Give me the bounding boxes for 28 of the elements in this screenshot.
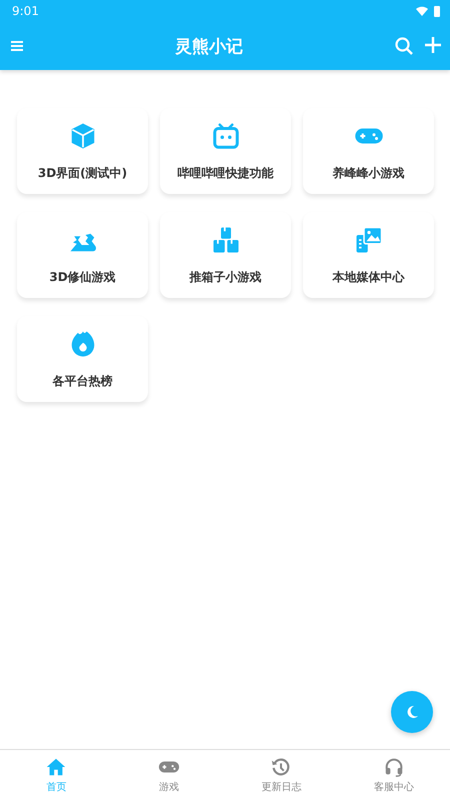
nav-tab[interactable]: 游戏 [112, 750, 225, 800]
feature-card[interactable]: 3D修仙游戏 [17, 212, 148, 298]
feature-card[interactable]: 各平台热榜 [17, 316, 148, 402]
card-label: 3D界面(测试中) [38, 164, 128, 182]
status-time: 9:01 [12, 4, 39, 18]
tv-icon [210, 120, 240, 150]
app-title: 灵熊小记 [174, 36, 244, 58]
battery-icon [434, 6, 440, 16]
nav-tab[interactable]: 更新日志 [225, 750, 338, 800]
search-icon[interactable] [394, 36, 414, 56]
card-label: 本地媒体中心 [332, 268, 404, 286]
add-icon[interactable] [424, 36, 442, 54]
card-label: 3D修仙游戏 [49, 268, 116, 286]
feature-card[interactable]: 哔哩哔哩快捷功能 [160, 108, 291, 194]
wifi-icon [416, 6, 428, 16]
card-label: 各平台热榜 [52, 372, 112, 390]
card-label: 养峰峰小游戏 [332, 164, 404, 182]
feature-card[interactable]: 本地媒体中心 [303, 212, 434, 298]
dark-mode-button[interactable] [391, 691, 433, 733]
feature-card[interactable]: 养峰峰小游戏 [303, 108, 434, 194]
card-label: 推箱子小游戏 [190, 268, 262, 286]
moon-icon [405, 705, 419, 719]
nav-tab[interactable]: 客服中心 [338, 750, 450, 800]
card-label: 哔哩哔哩快捷功能 [178, 164, 274, 182]
boxes-icon [210, 224, 240, 254]
feature-card[interactable]: 推箱子小游戏 [160, 212, 291, 298]
menu-icon[interactable] [10, 40, 24, 52]
feature-card[interactable]: 3D界面(测试中) [17, 108, 148, 194]
